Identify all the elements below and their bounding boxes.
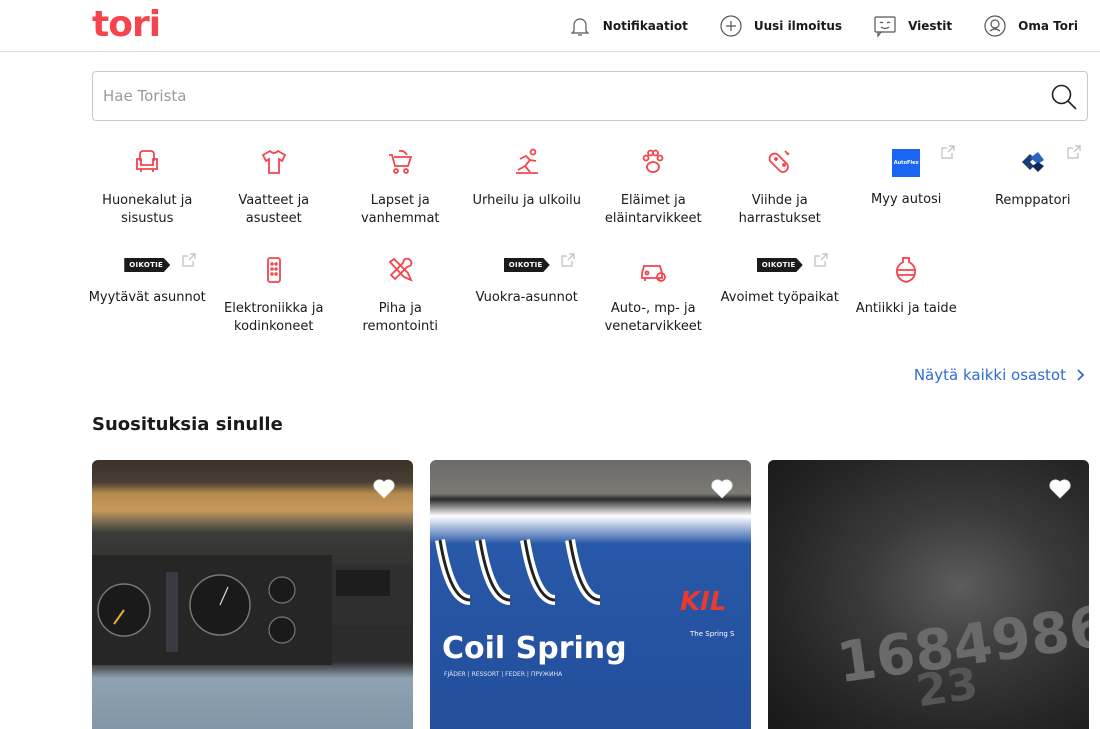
svg-text:FJÄDER | RESSORT | FEDER | ПРУ: FJÄDER | RESSORT | FEDER | ПРУЖИНА <box>444 671 563 678</box>
gamepad-icon <box>763 145 797 179</box>
listing-card[interactable]: 1684986 23 <box>768 460 1089 729</box>
nav-account-label: Oma Tori <box>1018 19 1078 33</box>
listing-image: 1684986 23 <box>768 460 1089 729</box>
category-label: Vaatteet ja asusteet <box>238 193 310 226</box>
listing-image: Coil Spring FJÄDER | RESSORT | FEDER | П… <box>430 460 751 729</box>
svg-text:The Spring S: The Spring S <box>689 630 735 638</box>
external-link-icon <box>560 252 576 268</box>
category-homes-for-sale[interactable]: OIKOTIE Myytävät asunnot <box>84 248 211 356</box>
category-label: Huonekalut ja sisustus <box>102 193 193 226</box>
chat-icon <box>872 13 898 39</box>
svg-text:Coil Spring: Coil Spring <box>442 631 627 666</box>
nav-new-listing[interactable]: Uusi ilmoitus <box>718 13 842 39</box>
recommendation-cards: Coil Spring FJÄDER | RESSORT | FEDER | П… <box>92 460 1100 729</box>
nav-messages-label: Viestit <box>908 19 953 33</box>
category-sell-car[interactable]: AutoFlex Myy autosi <box>843 140 970 248</box>
category-label: Avoimet työpaikat <box>720 290 839 305</box>
category-antiques[interactable]: Antiikki ja taide <box>843 248 970 356</box>
category-clothes[interactable]: Vaatteet ja asusteet <box>211 140 338 248</box>
external-link-icon <box>940 144 956 160</box>
category-label: Viihde ja harrastukset <box>738 193 821 226</box>
bell-icon <box>567 13 593 39</box>
external-link-icon <box>181 252 197 268</box>
search-icon[interactable] <box>1049 82 1079 112</box>
user-icon <box>982 13 1008 39</box>
category-entertainment[interactable]: Viihde ja harrastukset <box>717 140 844 248</box>
category-label: Antiikki ja taide <box>855 301 957 316</box>
category-jobs[interactable]: OIKOTIE Avoimet työpaikat <box>717 248 844 356</box>
remote-icon <box>257 253 291 287</box>
category-pets[interactable]: Eläimet ja eläintarvikkeet <box>590 140 717 248</box>
show-all-label: Näytä kaikki osastot <box>913 366 1066 384</box>
runner-icon <box>510 145 544 179</box>
oikotie-logo: OIKOTIE <box>503 258 550 272</box>
listing-card[interactable]: Coil Spring FJÄDER | RESSORT | FEDER | П… <box>430 460 751 729</box>
show-all-categories-link[interactable]: Näytä kaikki osastot <box>914 366 1086 384</box>
paw-icon <box>636 145 670 179</box>
remppatori-logo <box>1016 145 1050 179</box>
category-vehicle-parts[interactable]: Auto-, mp- ja venetarvikkeet <box>590 248 717 356</box>
car-gear-icon <box>636 253 670 287</box>
top-header: tori Notifikaatiot Uusi ilmoitus Viestit… <box>0 0 1100 52</box>
nav-notifications-label: Notifikaatiot <box>602 19 688 33</box>
category-rentals[interactable]: OIKOTIE Vuokra-asunnot <box>464 248 591 356</box>
svg-text:23: 23 <box>913 658 981 717</box>
category-sports[interactable]: Urheilu ja ulkoilu <box>464 140 591 248</box>
category-garden[interactable]: Piha ja remontointi <box>337 248 464 356</box>
chevron-right-icon <box>1076 368 1086 382</box>
category-grid: Huonekalut ja sisustus Vaatteet ja asust… <box>84 140 1096 356</box>
category-label: Piha ja remontointi <box>362 301 439 334</box>
tools-icon <box>383 253 417 287</box>
category-row-1: Huonekalut ja sisustus Vaatteet ja asust… <box>84 140 1096 248</box>
shirt-icon <box>257 145 291 179</box>
category-label: Myy autosi <box>871 192 942 207</box>
autoflex-logo: AutoFlex <box>892 149 921 177</box>
external-link-icon <box>1066 144 1082 160</box>
stroller-icon <box>383 145 417 179</box>
category-label: Urheilu ja ulkoilu <box>472 193 581 208</box>
search-bar <box>92 71 1088 121</box>
plus-circle-icon <box>718 13 744 39</box>
category-electronics[interactable]: Elektroniikka ja kodinkoneet <box>211 248 338 356</box>
nav-notifications[interactable]: Notifikaatiot <box>567 13 688 39</box>
external-link-icon <box>813 252 829 268</box>
oikotie-logo: OIKOTIE <box>124 258 171 272</box>
section-title: Suosituksia sinulle <box>92 414 283 435</box>
category-label: Auto-, mp- ja venetarvikkeet <box>604 301 702 334</box>
category-label: Lapset ja vanhemmat <box>360 193 440 226</box>
category-furniture[interactable]: Huonekalut ja sisustus <box>84 140 211 248</box>
category-label: Myytävät asunnot <box>88 290 206 305</box>
favorite-heart-icon[interactable] <box>1047 476 1073 500</box>
armchair-icon <box>130 145 164 179</box>
vase-icon <box>889 253 923 287</box>
category-label: Elektroniikka ja kodinkoneet <box>224 301 324 334</box>
category-row-2: OIKOTIE Myytävät asunnot Elektroniikka j… <box>84 248 1096 356</box>
header-nav: Notifikaatiot Uusi ilmoitus Viestit Oma … <box>537 10 1078 42</box>
favorite-heart-icon[interactable] <box>709 476 735 500</box>
listing-card[interactable] <box>92 460 413 729</box>
nav-account[interactable]: Oma Tori <box>982 13 1078 39</box>
category-remppatori[interactable]: Remppatori <box>970 140 1097 248</box>
category-label: Vuokra-asunnot <box>475 290 578 305</box>
favorite-heart-icon[interactable] <box>371 476 397 500</box>
category-label: Eläimet ja eläintarvikkeet <box>604 193 702 226</box>
tori-logo[interactable]: tori <box>92 4 161 45</box>
search-input[interactable] <box>103 72 1033 120</box>
nav-messages[interactable]: Viestit <box>872 13 952 39</box>
category-children[interactable]: Lapset ja vanhemmat <box>337 140 464 248</box>
oikotie-logo: OIKOTIE <box>756 258 803 272</box>
listing-image <box>92 460 413 729</box>
svg-text:KIL: KIL <box>680 587 726 617</box>
category-label: Remppatori <box>994 193 1071 208</box>
nav-new-listing-label: Uusi ilmoitus <box>753 19 843 33</box>
